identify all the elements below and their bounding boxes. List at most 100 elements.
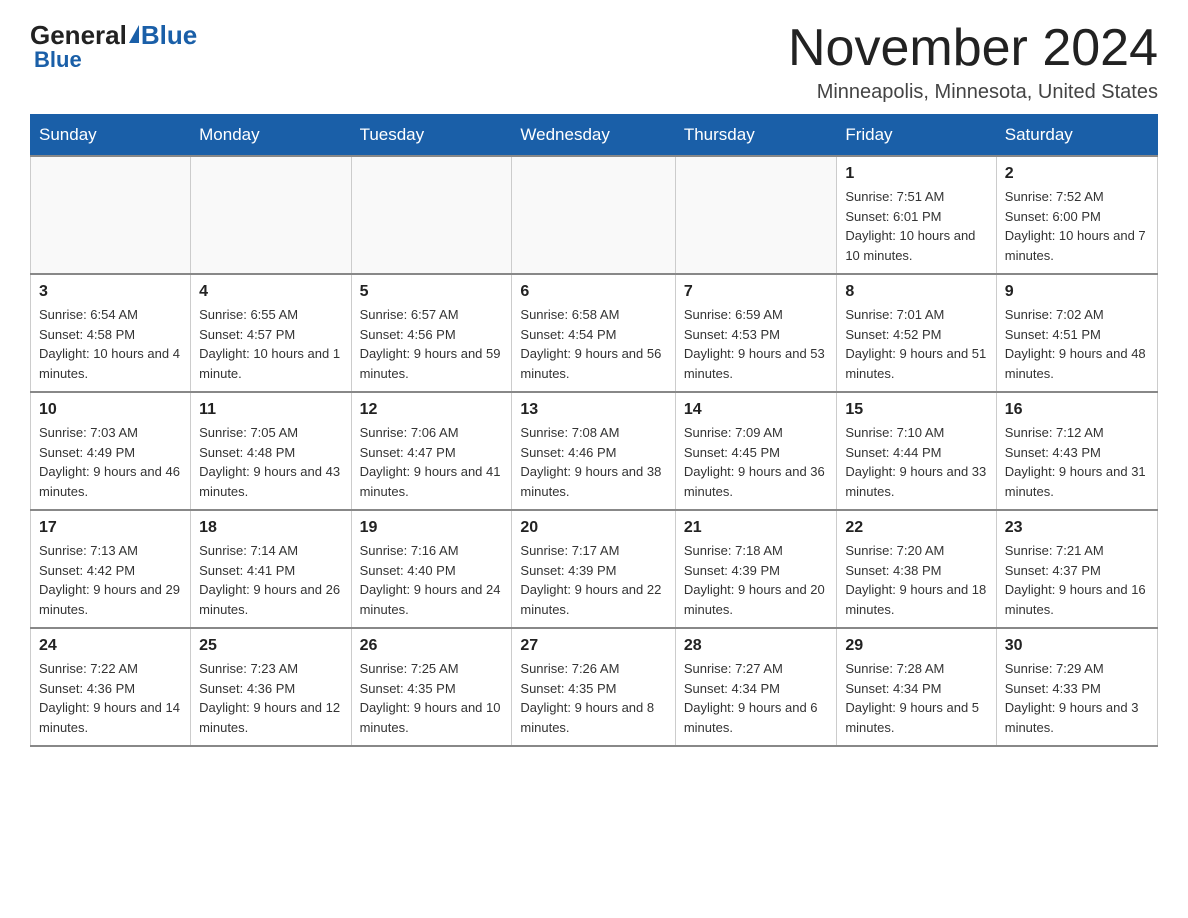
location-subtitle: Minneapolis, Minnesota, United States (788, 81, 1158, 104)
table-row: 4 Sunrise: 6:55 AMSunset: 4:57 PMDaylight… (191, 274, 351, 392)
logo-underline: Blue (34, 47, 82, 73)
title-area: November 2024 Minneapolis, Minnesota, Un… (788, 20, 1158, 104)
day-number: 18 (199, 519, 342, 537)
day-number: 17 (39, 519, 182, 537)
col-tuesday: Tuesday (351, 115, 512, 157)
day-info: Sunrise: 7:20 AMSunset: 4:38 PMDaylight:… (845, 541, 987, 619)
day-number: 6 (520, 283, 666, 301)
table-row: 29 Sunrise: 7:28 AMSunset: 4:34 PMDayligh… (837, 628, 996, 746)
day-info: Sunrise: 7:12 AMSunset: 4:43 PMDaylight:… (1005, 423, 1149, 501)
table-row: 23 Sunrise: 7:21 AMSunset: 4:37 PMDayligh… (996, 510, 1157, 628)
day-number: 15 (845, 401, 987, 419)
day-number: 24 (39, 637, 182, 655)
day-number: 5 (360, 283, 504, 301)
table-row: 12 Sunrise: 7:06 AMSunset: 4:47 PMDayligh… (351, 392, 512, 510)
day-info: Sunrise: 7:21 AMSunset: 4:37 PMDaylight:… (1005, 541, 1149, 619)
month-title: November 2024 (788, 20, 1158, 77)
logo: General Blue Blue (30, 20, 197, 73)
table-row (31, 156, 191, 274)
day-info: Sunrise: 7:08 AMSunset: 4:46 PMDaylight:… (520, 423, 666, 501)
day-number: 14 (684, 401, 829, 419)
table-row: 1 Sunrise: 7:51 AMSunset: 6:01 PMDaylight… (837, 156, 996, 274)
day-info: Sunrise: 7:06 AMSunset: 4:47 PMDaylight:… (360, 423, 504, 501)
day-number: 7 (684, 283, 829, 301)
day-number: 10 (39, 401, 182, 419)
day-number: 27 (520, 637, 666, 655)
day-number: 13 (520, 401, 666, 419)
day-info: Sunrise: 7:14 AMSunset: 4:41 PMDaylight:… (199, 541, 342, 619)
day-number: 29 (845, 637, 987, 655)
day-info: Sunrise: 7:26 AMSunset: 4:35 PMDaylight:… (520, 659, 666, 737)
col-friday: Friday (837, 115, 996, 157)
table-row: 6 Sunrise: 6:58 AMSunset: 4:54 PMDaylight… (512, 274, 675, 392)
day-number: 23 (1005, 519, 1149, 537)
day-info: Sunrise: 7:03 AMSunset: 4:49 PMDaylight:… (39, 423, 182, 501)
calendar-header-row: Sunday Monday Tuesday Wednesday Thursday… (31, 115, 1158, 157)
day-info: Sunrise: 7:05 AMSunset: 4:48 PMDaylight:… (199, 423, 342, 501)
day-info: Sunrise: 6:59 AMSunset: 4:53 PMDaylight:… (684, 305, 829, 383)
table-row: 11Sunrise: 7:05 AMSunset: 4:48 PMDayligh… (191, 392, 351, 510)
day-number: 19 (360, 519, 504, 537)
table-row: 26Sunrise: 7:25 AMSunset: 4:35 PMDayligh… (351, 628, 512, 746)
table-row: 9 Sunrise: 7:02 AMSunset: 4:51 PMDaylight… (996, 274, 1157, 392)
table-row (675, 156, 837, 274)
table-row: 5 Sunrise: 6:57 AMSunset: 4:56 PMDaylight… (351, 274, 512, 392)
day-info: Sunrise: 7:52 AMSunset: 6:00 PMDaylight:… (1005, 187, 1149, 265)
day-number: 28 (684, 637, 829, 655)
day-number: 25 (199, 637, 342, 655)
logo-blue-text: Blue (141, 20, 197, 51)
day-info: Sunrise: 6:54 AMSunset: 4:58 PMDaylight:… (39, 305, 182, 383)
day-number: 12 (360, 401, 504, 419)
logo-triangle-icon (129, 25, 139, 43)
day-number: 8 (845, 283, 987, 301)
col-thursday: Thursday (675, 115, 837, 157)
table-row (512, 156, 675, 274)
day-info: Sunrise: 7:22 AMSunset: 4:36 PMDaylight:… (39, 659, 182, 737)
table-row: 2 Sunrise: 7:52 AMSunset: 6:00 PMDaylight… (996, 156, 1157, 274)
day-info: Sunrise: 7:01 AMSunset: 4:52 PMDaylight:… (845, 305, 987, 383)
table-row: 28 Sunrise: 7:27 AMSunset: 4:34 PMDayligh… (675, 628, 837, 746)
table-row: 30 Sunrise: 7:29 AMSunset: 4:33 PMDayligh… (996, 628, 1157, 746)
day-info: Sunrise: 7:27 AMSunset: 4:34 PMDaylight:… (684, 659, 829, 737)
table-row: 25 Sunrise: 7:23 AMSunset: 4:36 PMDayligh… (191, 628, 351, 746)
table-row: 20Sunrise: 7:17 AMSunset: 4:39 PMDayligh… (512, 510, 675, 628)
day-number: 1 (845, 165, 987, 183)
table-row: 27 Sunrise: 7:26 AMSunset: 4:35 PMDayligh… (512, 628, 675, 746)
day-number: 16 (1005, 401, 1149, 419)
table-row: 13 Sunrise: 7:08 AMSunset: 4:46 PMDayligh… (512, 392, 675, 510)
day-info: Sunrise: 6:58 AMSunset: 4:54 PMDaylight:… (520, 305, 666, 383)
day-number: 2 (1005, 165, 1149, 183)
table-row: 3Sunrise: 6:54 AMSunset: 4:58 PMDaylight… (31, 274, 191, 392)
day-number: 22 (845, 519, 987, 537)
table-row: 18 Sunrise: 7:14 AMSunset: 4:41 PMDayligh… (191, 510, 351, 628)
day-info: Sunrise: 7:13 AMSunset: 4:42 PMDaylight:… (39, 541, 182, 619)
day-info: Sunrise: 7:28 AMSunset: 4:34 PMDaylight:… (845, 659, 987, 737)
day-info: Sunrise: 6:57 AMSunset: 4:56 PMDaylight:… (360, 305, 504, 383)
table-row (191, 156, 351, 274)
calendar-week-row: 3Sunrise: 6:54 AMSunset: 4:58 PMDaylight… (31, 274, 1158, 392)
table-row: 24 Sunrise: 7:22 AMSunset: 4:36 PMDayligh… (31, 628, 191, 746)
day-number: 20 (520, 519, 666, 537)
day-number: 30 (1005, 637, 1149, 655)
day-info: Sunrise: 7:16 AMSunset: 4:40 PMDaylight:… (360, 541, 504, 619)
calendar-week-row: 10 Sunrise: 7:03 AMSunset: 4:49 PMDayligh… (31, 392, 1158, 510)
table-row: 22 Sunrise: 7:20 AMSunset: 4:38 PMDayligh… (837, 510, 996, 628)
calendar-week-row: 1 Sunrise: 7:51 AMSunset: 6:01 PMDaylight… (31, 156, 1158, 274)
calendar-table: Sunday Monday Tuesday Wednesday Thursday… (30, 114, 1158, 747)
table-row: 15Sunrise: 7:10 AMSunset: 4:44 PMDayligh… (837, 392, 996, 510)
table-row: 8 Sunrise: 7:01 AMSunset: 4:52 PMDaylight… (837, 274, 996, 392)
table-row: 17 Sunrise: 7:13 AMSunset: 4:42 PMDayligh… (31, 510, 191, 628)
page-header: General Blue Blue November 2024 Minneapo… (30, 20, 1158, 104)
day-number: 4 (199, 283, 342, 301)
table-row: 14 Sunrise: 7:09 AMSunset: 4:45 PMDayligh… (675, 392, 837, 510)
day-info: Sunrise: 7:23 AMSunset: 4:36 PMDaylight:… (199, 659, 342, 737)
day-info: Sunrise: 7:29 AMSunset: 4:33 PMDaylight:… (1005, 659, 1149, 737)
day-info: Sunrise: 6:55 AMSunset: 4:57 PMDaylight:… (199, 305, 342, 383)
table-row: 16 Sunrise: 7:12 AMSunset: 4:43 PMDayligh… (996, 392, 1157, 510)
day-info: Sunrise: 7:02 AMSunset: 4:51 PMDaylight:… (1005, 305, 1149, 383)
day-number: 9 (1005, 283, 1149, 301)
col-saturday: Saturday (996, 115, 1157, 157)
day-info: Sunrise: 7:51 AMSunset: 6:01 PMDaylight:… (845, 187, 987, 265)
col-sunday: Sunday (31, 115, 191, 157)
day-info: Sunrise: 7:09 AMSunset: 4:45 PMDaylight:… (684, 423, 829, 501)
